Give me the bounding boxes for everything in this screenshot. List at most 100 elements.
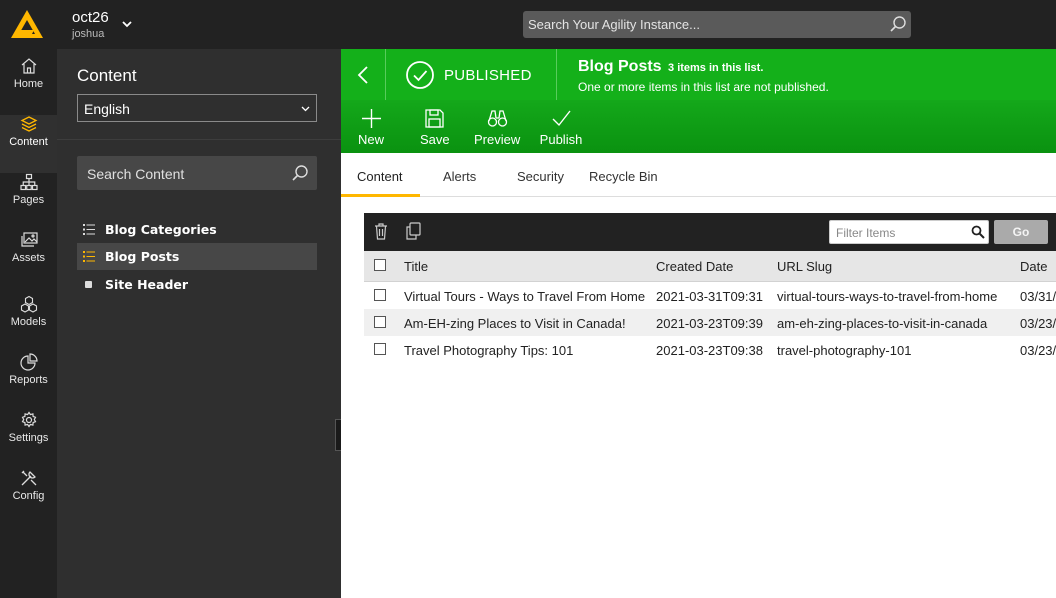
select-all-checkbox[interactable] bbox=[374, 259, 386, 271]
plus-icon bbox=[361, 109, 381, 128]
preview-button[interactable]: Preview bbox=[474, 108, 520, 147]
nav-label-models: Models bbox=[10, 316, 47, 328]
back-button[interactable] bbox=[341, 49, 386, 100]
top-bar: oct26 joshua Search Your Agility Instanc… bbox=[0, 0, 1056, 49]
go-button[interactable]: Go bbox=[994, 220, 1048, 244]
list-title: Blog Posts 3 items in this list. bbox=[578, 58, 763, 76]
action-toolbar: New Save Preview Publish ▼ bbox=[341, 100, 1056, 161]
tab-alerts[interactable]: Alerts bbox=[443, 169, 476, 184]
user-name: joshua bbox=[72, 28, 105, 40]
tab-bar: Content Alerts Security Recycle Bin bbox=[341, 153, 1056, 197]
nav-item-reports[interactable]: Reports bbox=[0, 353, 57, 411]
square-icon bbox=[85, 281, 92, 288]
list-icon bbox=[83, 251, 95, 262]
preview-label: Preview bbox=[474, 132, 521, 147]
table-row[interactable]: Virtual Tours - Ways to Travel From Home… bbox=[364, 282, 1056, 309]
nav-item-settings[interactable]: Settings bbox=[0, 411, 57, 469]
instance-switcher[interactable]: oct26 joshua bbox=[72, 9, 109, 41]
global-search-placeholder: Search Your Agility Instance... bbox=[528, 17, 700, 32]
binoculars-icon bbox=[487, 110, 507, 127]
copy-icon[interactable] bbox=[405, 222, 421, 240]
nav-item-config[interactable]: Config bbox=[0, 469, 57, 527]
nav-item-models[interactable]: Models bbox=[0, 295, 57, 353]
item-count: 3 items in this list. bbox=[668, 62, 764, 74]
check-circle-icon bbox=[406, 61, 434, 89]
filter-items-input[interactable]: Filter Items bbox=[829, 220, 989, 244]
list-title-text: Blog Posts bbox=[578, 58, 662, 75]
nav-item-content[interactable]: Content bbox=[0, 115, 57, 173]
divider bbox=[57, 139, 341, 140]
cell-url-slug: am-eh-zing-places-to-visit-in-canada bbox=[777, 316, 988, 331]
active-tab-indicator bbox=[341, 194, 420, 197]
home-icon bbox=[21, 58, 36, 74]
nav-label-reports: Reports bbox=[9, 374, 48, 386]
content-layers-icon bbox=[20, 116, 37, 132]
table-row[interactable]: Am-EH-zing Places to Visit in Canada! 20… bbox=[364, 309, 1056, 336]
tree-item-blog-posts[interactable]: Blog Posts bbox=[77, 243, 317, 270]
tab-content[interactable]: Content bbox=[357, 169, 403, 184]
cell-date: 03/31/ bbox=[1020, 289, 1056, 304]
search-icon[interactable] bbox=[889, 15, 907, 33]
main-area: PUBLISHED Blog Posts 3 items in this lis… bbox=[341, 49, 1056, 598]
cell-created-date: 2021-03-23T09:39 bbox=[656, 316, 763, 331]
tree-item-label: Site Header bbox=[105, 277, 189, 292]
search-icon[interactable] bbox=[971, 225, 985, 239]
cell-title: Am-EH-zing Places to Visit in Canada! bbox=[404, 316, 626, 331]
tab-recycle-bin[interactable]: Recycle Bin bbox=[589, 169, 658, 184]
content-search-input[interactable]: Search Content bbox=[77, 156, 317, 190]
check-icon bbox=[552, 110, 571, 127]
new-label: New bbox=[358, 132, 385, 147]
column-header-date[interactable]: Date bbox=[1020, 259, 1047, 274]
list-header: PUBLISHED Blog Posts 3 items in this lis… bbox=[341, 49, 1056, 100]
cell-title: Virtual Tours - Ways to Travel From Home bbox=[404, 289, 646, 304]
column-header-url-slug[interactable]: URL Slug bbox=[777, 259, 832, 274]
language-value: English bbox=[84, 101, 130, 117]
cell-url-slug: virtual-tours-ways-to-travel-from-home bbox=[777, 289, 998, 304]
save-floppy-icon bbox=[424, 109, 444, 128]
panel-title: Content bbox=[77, 66, 137, 85]
nav-label-settings: Settings bbox=[8, 432, 49, 444]
cell-date: 03/23/ bbox=[1020, 343, 1056, 358]
nav-label-content: Content bbox=[9, 136, 48, 148]
cell-created-date: 2021-03-23T09:38 bbox=[656, 343, 763, 358]
row-checkbox[interactable] bbox=[374, 289, 386, 301]
chevron-down-icon bbox=[301, 106, 310, 112]
chevron-down-icon[interactable] bbox=[121, 18, 133, 30]
table-row[interactable]: Travel Photography Tips: 101 2021-03-23T… bbox=[364, 336, 1056, 363]
nav-label-home: Home bbox=[13, 78, 44, 90]
tree-item-label: Blog Categories bbox=[105, 222, 217, 237]
global-search-input[interactable]: Search Your Agility Instance... bbox=[523, 11, 911, 38]
row-checkbox[interactable] bbox=[374, 343, 386, 355]
save-label: Save bbox=[420, 132, 450, 147]
tab-security[interactable]: Security bbox=[517, 169, 564, 184]
language-select[interactable]: English bbox=[77, 94, 317, 122]
content-panel: Content English Search Content Blog Cate… bbox=[57, 49, 341, 598]
column-header-created-date[interactable]: Created Date bbox=[656, 259, 733, 274]
new-button[interactable]: New bbox=[358, 108, 384, 147]
nav-item-pages[interactable]: Pages bbox=[0, 173, 57, 231]
save-button[interactable]: Save bbox=[420, 108, 450, 147]
agility-logo[interactable] bbox=[10, 8, 44, 40]
status-indicator: PUBLISHED bbox=[387, 49, 557, 100]
tools-icon bbox=[21, 470, 36, 486]
tree-item-site-header[interactable]: Site Header bbox=[77, 271, 317, 298]
column-header-title[interactable]: Title bbox=[404, 259, 428, 274]
trash-icon[interactable] bbox=[374, 222, 388, 240]
nav-item-assets[interactable]: Assets bbox=[0, 231, 57, 289]
cell-date: 03/23/ bbox=[1020, 316, 1056, 331]
search-icon[interactable] bbox=[291, 164, 309, 182]
tree-item-blog-categories[interactable]: Blog Categories bbox=[77, 216, 317, 243]
pages-sitemap-icon bbox=[19, 173, 38, 191]
filter-placeholder: Filter Items bbox=[836, 226, 896, 240]
content-search-placeholder: Search Content bbox=[87, 166, 185, 182]
list-subtitle: One or more items in this list are not p… bbox=[578, 80, 829, 94]
row-checkbox[interactable] bbox=[374, 316, 386, 328]
nav-item-home[interactable]: Home bbox=[0, 57, 57, 115]
left-nav: Home Content Pages Assets Models Reports… bbox=[0, 49, 57, 598]
cell-url-slug: travel-photography-101 bbox=[777, 343, 912, 358]
tree-item-label: Blog Posts bbox=[105, 249, 180, 264]
grid-toolbar: Filter Items Go bbox=[364, 213, 1056, 251]
reports-pie-icon bbox=[19, 353, 38, 371]
nav-label-pages: Pages bbox=[12, 194, 45, 206]
chevron-left-icon bbox=[357, 66, 368, 84]
